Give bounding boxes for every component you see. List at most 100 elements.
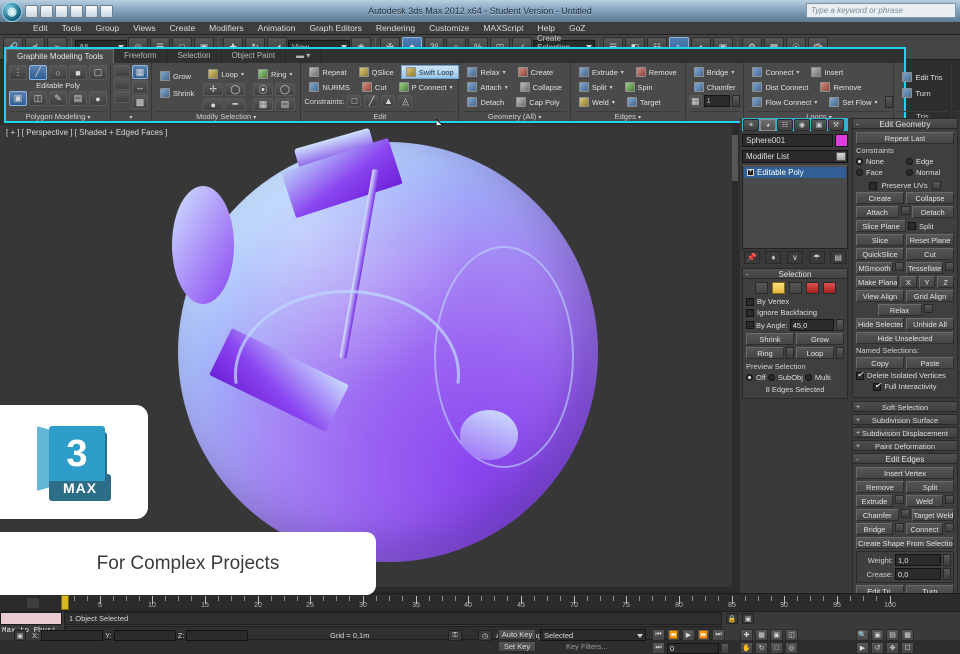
expand-toggle-icon[interactable]: + bbox=[856, 441, 860, 452]
menu-item-graph-editors[interactable]: Graph Editors bbox=[302, 22, 368, 35]
sphere-object-3d[interactable] bbox=[178, 142, 598, 562]
insert-vertex-button[interactable]: Insert Vertex bbox=[856, 467, 954, 479]
next-frame-icon[interactable]: ⏩ bbox=[697, 629, 710, 641]
walkthrough-icon[interactable]: ▶ bbox=[856, 642, 869, 654]
ring-shift-icon[interactable]: ⦿ bbox=[253, 83, 273, 96]
key-mode-toggle-icon[interactable]: ⏭ bbox=[652, 642, 665, 654]
chevron-down-icon[interactable] bbox=[836, 152, 846, 161]
repeat-button[interactable]: Repeat bbox=[304, 65, 351, 79]
menu-item-customize[interactable]: Customize bbox=[422, 22, 476, 35]
weight-spinner-icon[interactable] bbox=[943, 554, 951, 566]
go-to-start-icon[interactable]: ⏮ bbox=[652, 629, 665, 641]
panel-title-edges[interactable]: Edges ▾ bbox=[574, 111, 682, 121]
absolute-relative-toggle-icon[interactable]: ▣ bbox=[742, 613, 754, 624]
by-vertex-checkbox[interactable]: By Vertex bbox=[746, 297, 844, 306]
ring-button[interactable]: Ring bbox=[746, 347, 784, 359]
auto-key-button[interactable]: Auto Key bbox=[498, 629, 536, 640]
edit-tris-button[interactable]: Edit Tris bbox=[897, 70, 947, 84]
chamfer-button[interactable]: Chamfer bbox=[856, 509, 899, 521]
constraint-normal-radio[interactable]: Normal bbox=[906, 168, 954, 177]
attach-button[interactable]: Attach bbox=[856, 206, 899, 218]
expand-toggle-icon[interactable]: + bbox=[856, 402, 860, 413]
bridge-settings-icon[interactable] bbox=[895, 523, 904, 532]
menu-item-animation[interactable]: Animation bbox=[251, 22, 303, 35]
chamfer-button[interactable]: Split ▾ bbox=[574, 80, 618, 94]
constraint-edge-icon[interactable]: ╱ bbox=[364, 95, 378, 107]
extrude-button[interactable]: Extrude bbox=[856, 495, 893, 507]
tessellate-button[interactable]: Tessellate ▾ bbox=[955, 80, 960, 94]
connect-button[interactable]: Connect bbox=[906, 523, 943, 535]
x-field[interactable] bbox=[41, 630, 103, 641]
delete-isolated-vertices-checkbox[interactable]: Delete Isolated Vertices bbox=[856, 371, 954, 380]
subobject-border-icon[interactable]: ○ bbox=[49, 65, 67, 80]
preview-off-radio[interactable]: Off bbox=[746, 373, 766, 382]
split-button[interactable]: Spin bbox=[620, 80, 658, 94]
paint-deformation-rollout-header[interactable]: + Paint Deformation bbox=[852, 440, 958, 451]
timeline-ruler[interactable]: 5 10 15 20 25 30 35 40 45 70 75 80 85 90… bbox=[0, 593, 960, 611]
nurms-button[interactable]: NURMS bbox=[304, 80, 355, 94]
target-button[interactable]: Target bbox=[622, 95, 666, 109]
preserve-uvs-icon[interactable]: ▤ bbox=[69, 91, 87, 106]
spinner-arrows-icon[interactable] bbox=[836, 319, 844, 331]
ribbon-tab-object-paint[interactable]: Object Paint bbox=[222, 49, 287, 63]
lock-stack-icon[interactable]: ▩ bbox=[132, 95, 148, 109]
zoom-region-icon[interactable]: ▦ bbox=[901, 629, 914, 641]
use-displacement-button[interactable]: Use Displac... bbox=[955, 95, 960, 109]
qslice-button[interactable]: QSlice bbox=[354, 65, 399, 79]
expand-icon[interactable]: + bbox=[747, 169, 754, 176]
insert-button[interactable]: Insert bbox=[806, 65, 848, 79]
frame-ruler[interactable]: 5 10 15 20 25 30 35 40 45 70 75 80 85 90… bbox=[60, 594, 960, 612]
make-planar-icon[interactable]: ● bbox=[89, 91, 107, 106]
lock-icon[interactable]: 🔒 bbox=[726, 613, 738, 624]
connect-button[interactable]: Connect ▾ bbox=[747, 65, 804, 79]
loop-mode-icon[interactable]: ━ bbox=[225, 98, 245, 111]
panel-title-edit[interactable]: Edit bbox=[304, 111, 455, 121]
set-flow-spinner[interactable] bbox=[885, 96, 893, 108]
make-planar-button[interactable]: Make Planar bbox=[856, 276, 898, 288]
expand-toggle-icon[interactable]: + bbox=[856, 428, 860, 439]
maximize-viewport-icon[interactable]: □ bbox=[770, 642, 783, 654]
panel-title-modify-selection[interactable]: Modify Selection ▾ bbox=[155, 111, 297, 121]
selection-element-icon[interactable] bbox=[823, 282, 836, 294]
msmooth-button[interactable]: MSmooth bbox=[856, 262, 893, 274]
object-name-field[interactable]: Sphere001 bbox=[742, 134, 833, 147]
attach-settings-icon[interactable] bbox=[901, 206, 910, 215]
target-weld-button[interactable]: Target Weld bbox=[912, 509, 955, 521]
subdivision-surface-rollout-header[interactable]: + Subdivision Surface bbox=[852, 414, 958, 425]
constraint-edge-radio[interactable]: Edge bbox=[906, 157, 954, 166]
create-shape-from-selection-button[interactable]: Create Shape From Selection bbox=[856, 537, 954, 549]
detach-button[interactable]: Detach bbox=[912, 206, 955, 218]
set-key-button[interactable]: Set Key bbox=[498, 641, 536, 652]
shrink-button[interactable]: Shrink bbox=[155, 86, 199, 100]
set-flow-button[interactable]: Set Flow ▾ bbox=[824, 95, 882, 109]
modifier-list-combo[interactable]: Modifier List bbox=[742, 150, 848, 163]
ribbon-tab-selection[interactable]: Selection bbox=[168, 49, 222, 63]
collapse-button[interactable]: Collapse bbox=[515, 80, 567, 94]
show-end-result-icon[interactable]: ♦ bbox=[765, 251, 781, 264]
constraint-face-icon[interactable]: ▲ bbox=[381, 95, 395, 107]
subdivision-displacement-rollout-header[interactable]: + Subdivision Displacement bbox=[852, 427, 958, 438]
remove-modifier-icon[interactable]: ☂ bbox=[809, 251, 825, 264]
loop-remove-button[interactable]: Remove bbox=[815, 80, 866, 94]
preserve-uvs-checkbox[interactable]: Preserve UVs bbox=[856, 181, 954, 190]
connect-settings-icon[interactable] bbox=[945, 523, 954, 532]
slice-plane-button[interactable]: Slice Plane bbox=[856, 220, 906, 232]
region-zoom-icon[interactable]: ▣ bbox=[770, 629, 783, 641]
reset-plane-button[interactable]: Reset Plane bbox=[906, 234, 954, 246]
create-button[interactable]: Create bbox=[513, 65, 559, 79]
symmetry-icon[interactable]: ◫ bbox=[29, 91, 47, 106]
expand-toggle-icon[interactable]: + bbox=[856, 415, 860, 426]
paint-connect-icon[interactable]: ✎ bbox=[49, 91, 67, 106]
edge-mode-icon[interactable]: ↔ bbox=[132, 80, 148, 94]
dot-ring-icon[interactable]: ▦ bbox=[253, 98, 273, 111]
use-soft-selection-icon[interactable]: ▦ bbox=[132, 65, 148, 79]
selection-rollout-header[interactable]: - Selection bbox=[742, 268, 848, 279]
ribbon-tab-freeform[interactable]: Freeform bbox=[114, 49, 167, 63]
loop-button[interactable]: Loop bbox=[796, 347, 834, 359]
select-and-place-icon[interactable]: ✚ bbox=[740, 629, 753, 641]
loop-grow-icon[interactable]: ◯ bbox=[225, 83, 245, 96]
field-of-view-icon[interactable]: ◎ bbox=[785, 642, 798, 654]
panel-title-geometry-all[interactable]: Geometry (All) ▾ bbox=[462, 111, 566, 121]
grid-align-button[interactable]: Grid Align bbox=[906, 290, 954, 302]
menu-item-modifiers[interactable]: Modifiers bbox=[202, 22, 250, 35]
